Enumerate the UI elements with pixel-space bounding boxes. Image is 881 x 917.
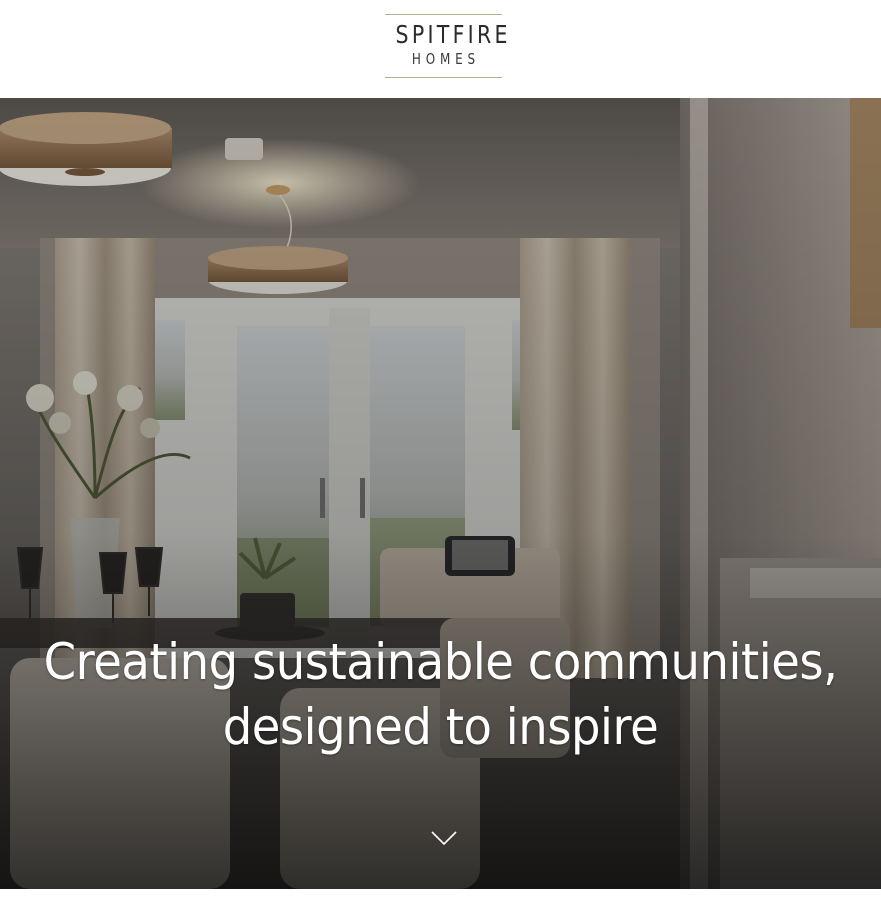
hero-headline: Creating sustainable communities, design…	[0, 630, 881, 760]
site-header: SPITFIRE HOMES	[0, 0, 881, 98]
hero-headline-line1: Creating sustainable communities,	[43, 633, 838, 691]
spitfire-homes-logo[interactable]: SPITFIRE HOMES	[385, 14, 511, 78]
scroll-down-button[interactable]	[428, 826, 460, 850]
hero-headline-line2: designed to inspire	[222, 698, 659, 756]
chevron-down-icon	[431, 831, 457, 846]
hero-background-image	[0, 98, 881, 889]
page-bottom-strip	[0, 889, 881, 917]
logo-subtitle: HOMES	[411, 50, 480, 68]
hero-banner: Creating sustainable communities, design…	[0, 98, 881, 889]
logo-wordmark: SPITFIRE	[395, 20, 511, 49]
